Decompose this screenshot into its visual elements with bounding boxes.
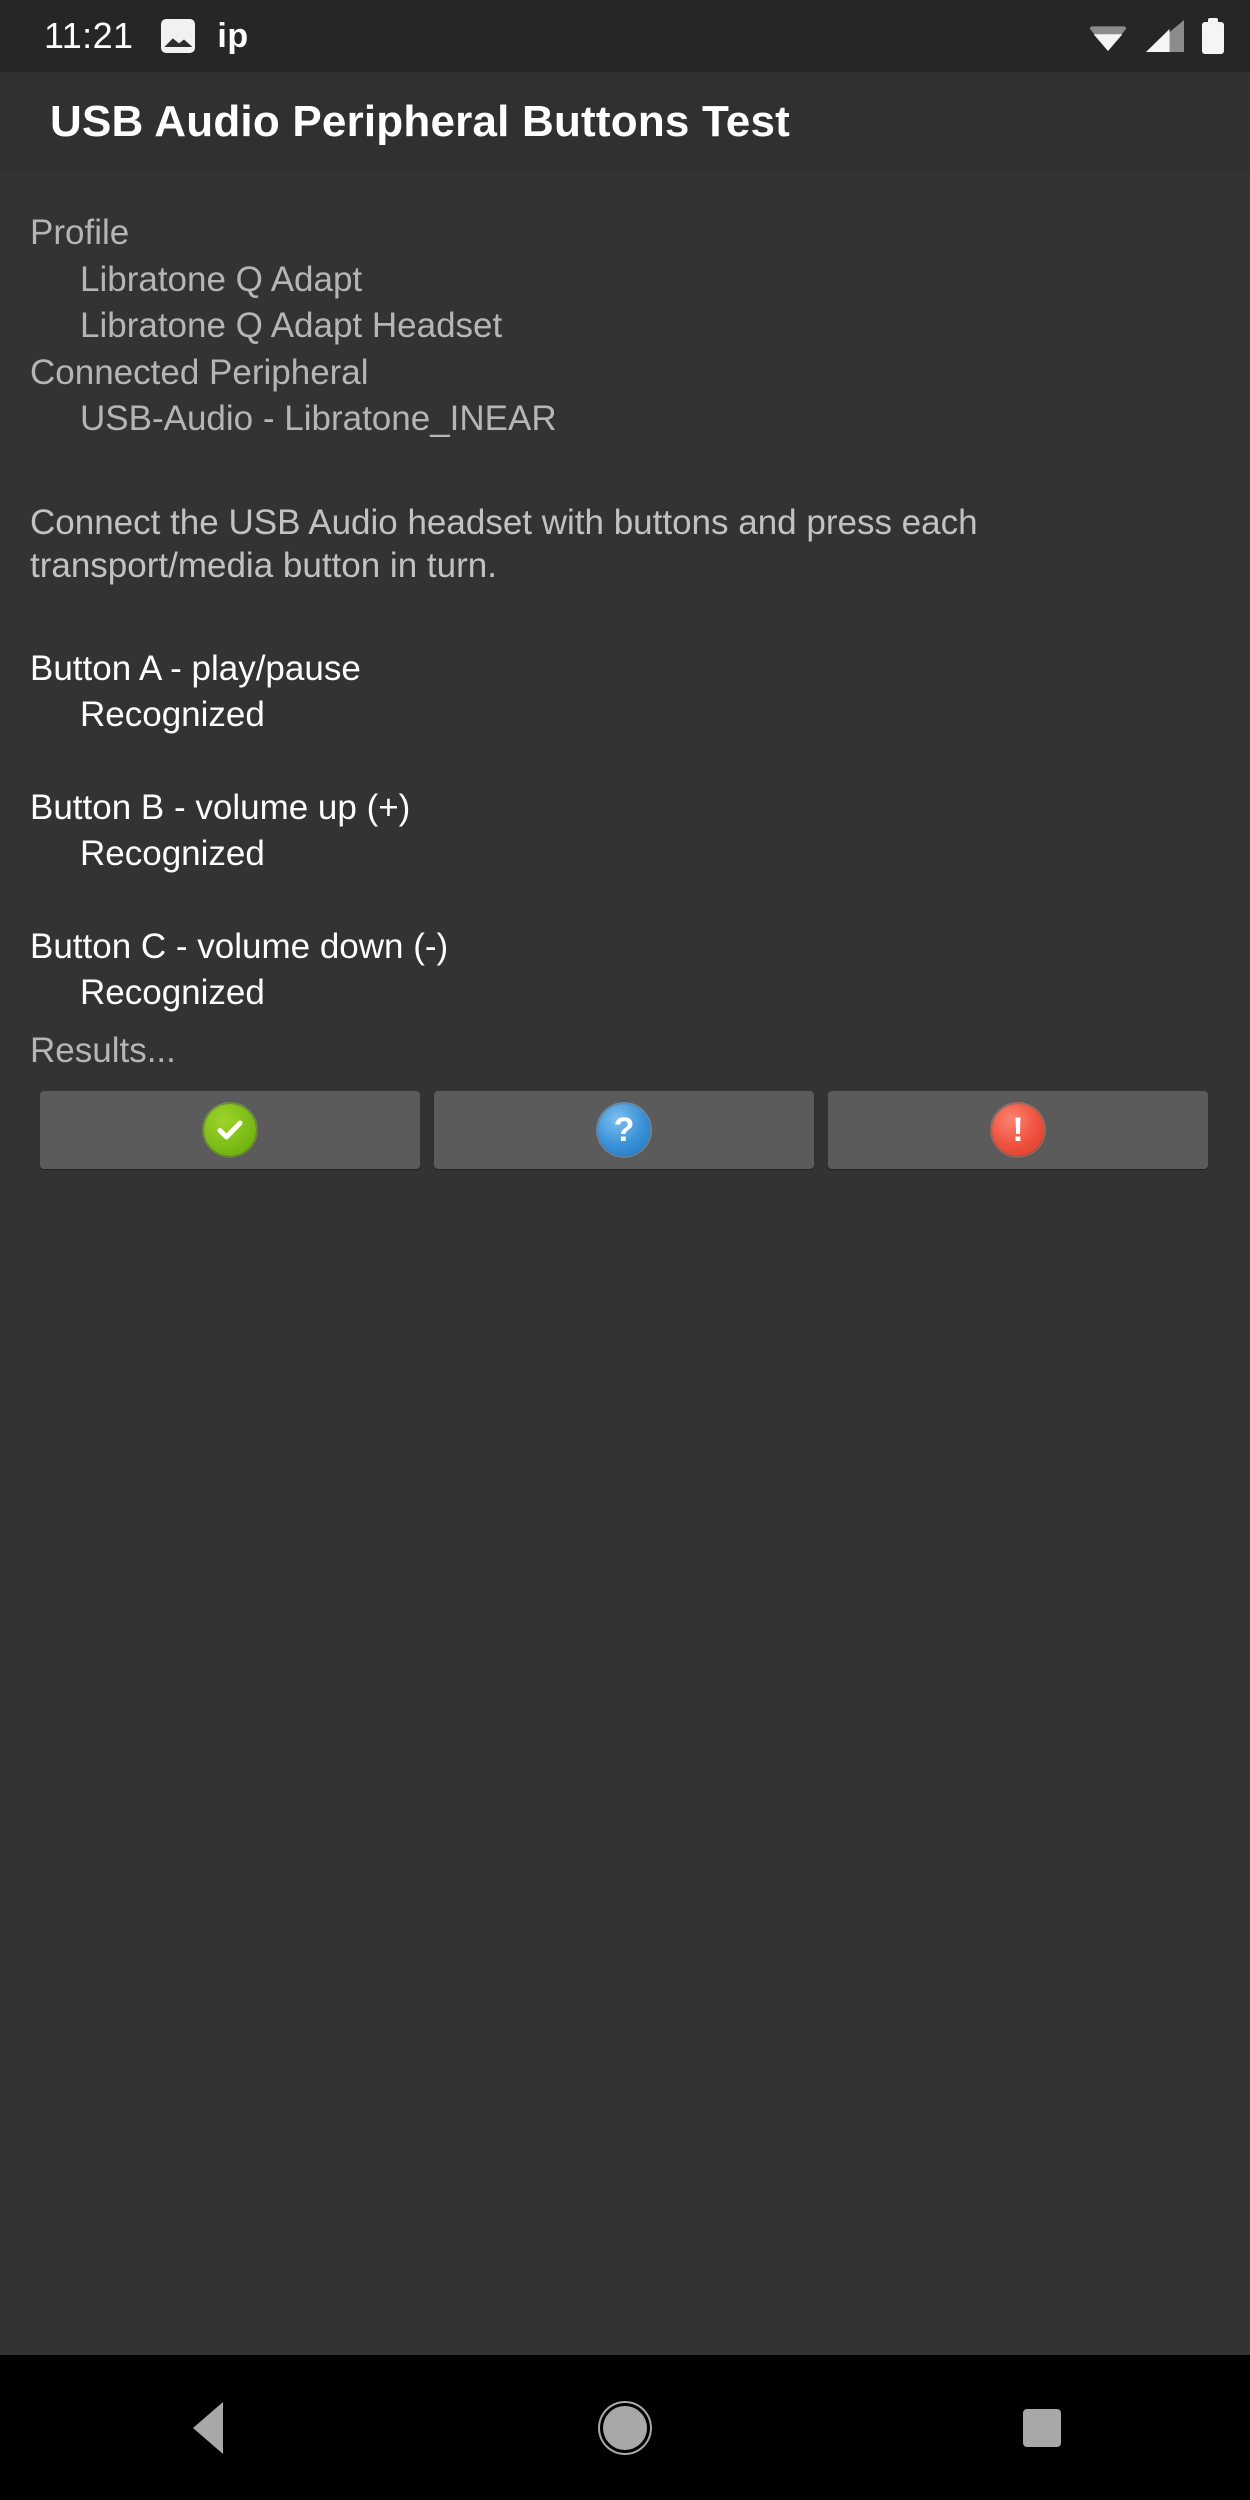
fail-button[interactable]: ! [828, 1090, 1208, 1169]
button-a-label: Button A - play/pause [30, 648, 361, 688]
status-system-icons [1088, 18, 1224, 54]
results-label: Results... [30, 1030, 176, 1070]
pass-button[interactable] [40, 1090, 420, 1169]
back-triangle-icon [193, 2401, 224, 2454]
recents-square-icon [1022, 2408, 1061, 2447]
nav-back-button[interactable] [118, 2355, 298, 2500]
battery-icon [1202, 18, 1224, 54]
button-c-label: Button C - volume down (-) [30, 926, 449, 966]
peripheral-heading: Connected Peripheral [30, 352, 369, 392]
nav-home-button[interactable] [535, 2355, 715, 2500]
navigation-bar [0, 2355, 1250, 2500]
home-circle-icon [602, 2405, 647, 2450]
exclamation-glyph: ! [1012, 1110, 1024, 1149]
button-b-status: Recognized [80, 834, 265, 874]
result-buttons-row: ? ! [30, 1090, 1220, 1169]
status-bar: 11:21 ip [0, 0, 1250, 72]
nav-recents-button[interactable] [952, 2355, 1132, 2500]
peripheral-value: USB-Audio - Libratone_INEAR [80, 399, 557, 439]
app-bar: USB Audio Peripheral Buttons Test [0, 72, 1250, 172]
profile-value-0: Libratone Q Adapt [80, 259, 363, 299]
status-notification-label: ip [217, 16, 249, 55]
photo-icon [161, 19, 196, 53]
signal-icon [1146, 20, 1184, 52]
phone-screen: 11:21 ip USB Audio Peripheral Buttons Te… [0, 0, 1250, 2500]
instructions-text: Connect the USB Audio headset with butto… [30, 502, 978, 586]
button-a-status: Recognized [80, 695, 265, 735]
status-clock: 11:21 [44, 15, 134, 56]
page-title: USB Audio Peripheral Buttons Test [50, 97, 790, 146]
content-area: Profile Libratone Q Adapt Libratone Q Ad… [0, 172, 1250, 2355]
wifi-icon [1088, 21, 1128, 51]
question-mark-glyph: ? [613, 1110, 635, 1149]
profile-value-1: Libratone Q Adapt Headset [80, 306, 503, 346]
exclamation-circle-icon: ! [992, 1103, 1044, 1156]
check-circle-icon [204, 1103, 256, 1156]
status-notification-icons: ip [161, 17, 248, 56]
profile-heading: Profile [30, 213, 130, 252]
info-button[interactable]: ? [434, 1090, 814, 1169]
question-mark-circle-icon: ? [598, 1103, 650, 1156]
button-c-status: Recognized [80, 973, 265, 1013]
button-b-label: Button B - volume up (+) [30, 787, 411, 827]
